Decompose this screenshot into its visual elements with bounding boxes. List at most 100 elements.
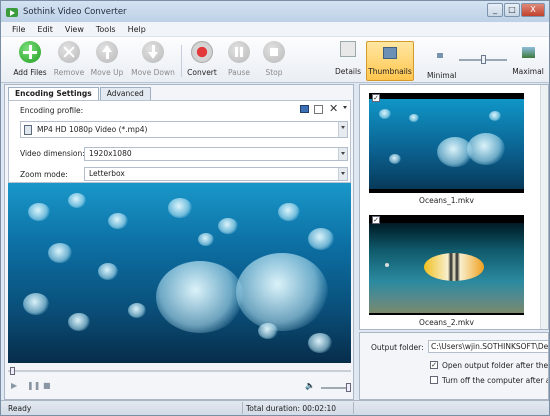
volume-icon[interactable]: 🔈 — [305, 381, 315, 390]
open-output-folder-label: Open output folder after the co — [442, 361, 549, 370]
open-output-folder-checkbox[interactable]: ✓ — [430, 361, 438, 369]
chevron-down-icon — [338, 122, 347, 137]
thumbnails-label: Thumbnails — [368, 67, 412, 76]
close-button[interactable]: X — [521, 3, 545, 17]
output-folder-input[interactable]: C:\Users\wjin.SOTHINKSOFT\Deskt — [428, 340, 549, 353]
remove-icon — [58, 41, 80, 63]
maximize-button[interactable]: □ — [504, 3, 520, 17]
thumbnail-size-slider-thumb[interactable] — [481, 55, 486, 64]
file-checkbox[interactable]: ✓ — [372, 94, 380, 102]
move-up-label: Move Up — [90, 68, 124, 77]
delete-icon[interactable]: ✕ — [329, 102, 338, 115]
status-bar: Ready Total duration: 00:02:10 — [1, 400, 549, 415]
thumbnail-image — [369, 223, 524, 313]
convert-label: Convert — [187, 68, 217, 77]
menu-help[interactable]: Help — [128, 25, 146, 34]
arrow-down-icon — [142, 41, 164, 63]
details-label: Details — [335, 67, 362, 76]
playback-controls: ▶ ❚❚ ■ 🔈 — [8, 380, 351, 394]
chevron-down-icon — [338, 148, 347, 160]
edit-icon[interactable] — [314, 105, 323, 114]
output-folder-value: C:\Users\wjin.SOTHINKSOFT\Deskt — [431, 342, 549, 351]
window-title: Sothink Video Converter — [23, 6, 127, 17]
seek-slider[interactable] — [8, 367, 351, 375]
minimize-button[interactable]: _ — [487, 3, 503, 17]
app-logo-icon — [6, 6, 18, 18]
title-bar: Sothink Video Converter _ □ X — [1, 1, 549, 22]
add-files-label: Add Files — [13, 68, 47, 77]
thumbnails-view-button[interactable]: Thumbnails — [366, 41, 414, 81]
maximal-label: Maximal — [512, 67, 544, 76]
move-down-button[interactable]: Move Down — [130, 41, 176, 77]
save-icon[interactable] — [300, 105, 309, 113]
zoom-mode-value: Letterbox — [89, 169, 125, 178]
volume-slider-thumb[interactable] — [346, 383, 351, 392]
encoding-profile-select[interactable]: MP4 HD 1080p Video (*.mp4) — [20, 121, 348, 138]
video-dimension-label: Video dimension: — [20, 149, 85, 158]
stop-button[interactable]: Stop — [262, 41, 286, 77]
encoding-profile-value: MP4 HD 1080p Video (*.mp4) — [37, 125, 148, 134]
seek-track — [8, 370, 351, 372]
thumbnails-grid-icon — [383, 47, 397, 59]
file-checkbox[interactable]: ✓ — [372, 216, 380, 224]
settings-panel: Encoding Settings Advanced Encoding prof… — [4, 84, 354, 400]
move-down-label: Move Down — [131, 68, 175, 77]
volume-slider[interactable] — [321, 387, 349, 389]
remove-button[interactable]: Remove — [53, 41, 85, 77]
minimal-label: Minimal — [427, 71, 457, 80]
stop-icon — [263, 41, 285, 63]
remove-label: Remove — [53, 68, 85, 77]
encoding-settings-panel: Encoding profile: ✕ MP4 HD 1080p Video (… — [8, 100, 351, 183]
minimal-size-button[interactable]: Minimal — [427, 41, 457, 80]
chevron-down-icon — [338, 168, 347, 180]
menu-edit[interactable]: Edit — [37, 25, 53, 34]
app-window: Sothink Video Converter _ □ X File Edit … — [0, 0, 550, 416]
status-divider — [242, 402, 243, 414]
video-file-icon — [24, 125, 32, 135]
turn-off-computer-checkbox[interactable] — [430, 376, 438, 384]
tab-encoding-settings[interactable]: Encoding Settings — [8, 87, 99, 100]
turn-off-computer-label: Turn off the computer after all t — [442, 376, 549, 385]
video-dimension-value: 1920x1080 — [89, 149, 132, 158]
total-duration: Total duration: 00:02:10 — [246, 404, 337, 413]
maximal-size-button[interactable]: Maximal — [511, 41, 545, 76]
play-icon[interactable]: ▶ — [11, 381, 17, 390]
details-view-button[interactable]: Details — [335, 41, 361, 76]
add-files-button[interactable]: Add Files — [13, 41, 47, 77]
vertical-scrollbar[interactable] — [540, 85, 548, 329]
video-dimension-select[interactable]: 1920x1080 — [84, 147, 348, 161]
add-icon — [19, 41, 41, 63]
details-list-icon — [340, 41, 356, 57]
zoom-mode-label: Zoom mode: — [20, 170, 68, 179]
menu-view[interactable]: View — [65, 25, 84, 34]
output-panel: Output folder: C:\Users\wjin.SOTHINKSOFT… — [359, 332, 549, 400]
seek-thumb[interactable] — [10, 367, 15, 375]
status-divider — [353, 402, 354, 414]
zoom-mode-select[interactable]: Letterbox — [84, 167, 348, 181]
pause-label: Pause — [227, 68, 251, 77]
arrow-up-icon — [96, 41, 118, 63]
file-thumbnails-panel: ✓ Oceans_1.mkv ✓ Oceans_2.mkv — [359, 84, 549, 330]
menu-file[interactable]: File — [12, 25, 25, 34]
file-name: Oceans_1.mkv — [419, 196, 474, 205]
menu-tools[interactable]: Tools — [96, 25, 116, 34]
status-text: Ready — [8, 404, 32, 413]
large-image-icon — [521, 47, 535, 58]
dropdown-arrow-icon[interactable] — [343, 106, 347, 109]
toolbar-separator — [181, 45, 182, 77]
thumbnail-image — [369, 99, 524, 189]
stop-icon[interactable]: ■ — [43, 381, 51, 390]
move-up-button[interactable]: Move Up — [90, 41, 124, 77]
file-thumbnail-2[interactable]: ✓ — [369, 215, 524, 315]
pause-button[interactable]: Pause — [226, 41, 252, 77]
video-preview — [8, 183, 351, 363]
file-thumbnail-1[interactable]: ✓ — [369, 93, 524, 193]
tab-advanced[interactable]: Advanced — [99, 87, 151, 100]
pause-icon[interactable]: ❚❚ — [27, 381, 40, 390]
pause-icon — [228, 41, 250, 63]
encoding-profile-label: Encoding profile: — [20, 106, 84, 115]
menu-bar: File Edit View Tools Help — [1, 22, 549, 37]
small-image-icon — [437, 53, 443, 58]
stop-label: Stop — [265, 68, 283, 77]
convert-button[interactable]: Convert — [187, 41, 217, 77]
